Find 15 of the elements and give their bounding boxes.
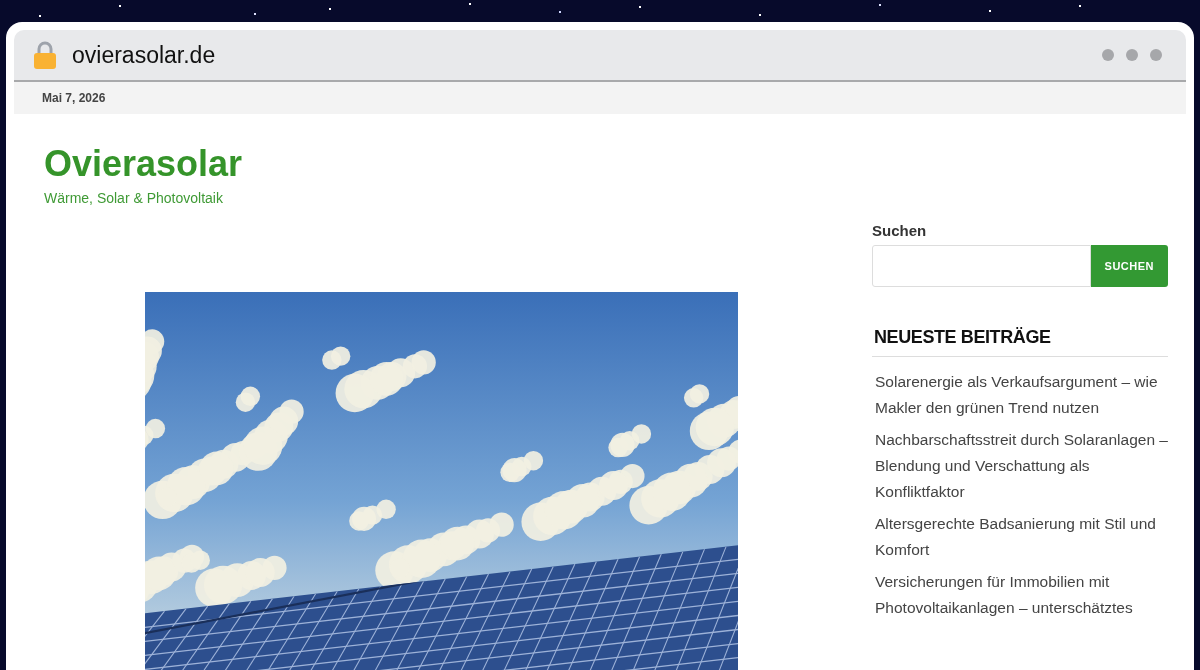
search-label: Suchen [872,222,927,239]
site-tagline: Wärme, Solar & Photovoltaik [44,190,223,206]
post-link[interactable]: Nachbarschaftsstreit durch Solaranlagen – Blendung und Verschattung als Konfliktfaktor [875,427,1168,505]
url-text: ovierasolar.de [72,41,216,69]
search-button[interactable]: SUCHEN [1090,245,1168,287]
window-control-icon [1150,49,1162,61]
window-control-icon [1126,49,1138,61]
widget-heading: NEUESTE BEITRÄGE [872,327,1168,357]
post-link[interactable]: Solarenergie als Verkaufsargument – wie Makler den grünen Trend nutzen [875,369,1168,421]
date-text: Mai 7, 2026 [42,91,106,105]
post-link[interactable]: Altersgerechte Badsanierung mit Stil und Komfort [875,511,1168,563]
site-title[interactable]: Ovierasolar [44,142,243,186]
window-control-icon [1102,49,1114,61]
search-field[interactable] [872,245,1091,287]
post-link[interactable]: Versicherungen für Immobilien mit Photovoltaikanlagen – unterschätztes [875,569,1168,621]
